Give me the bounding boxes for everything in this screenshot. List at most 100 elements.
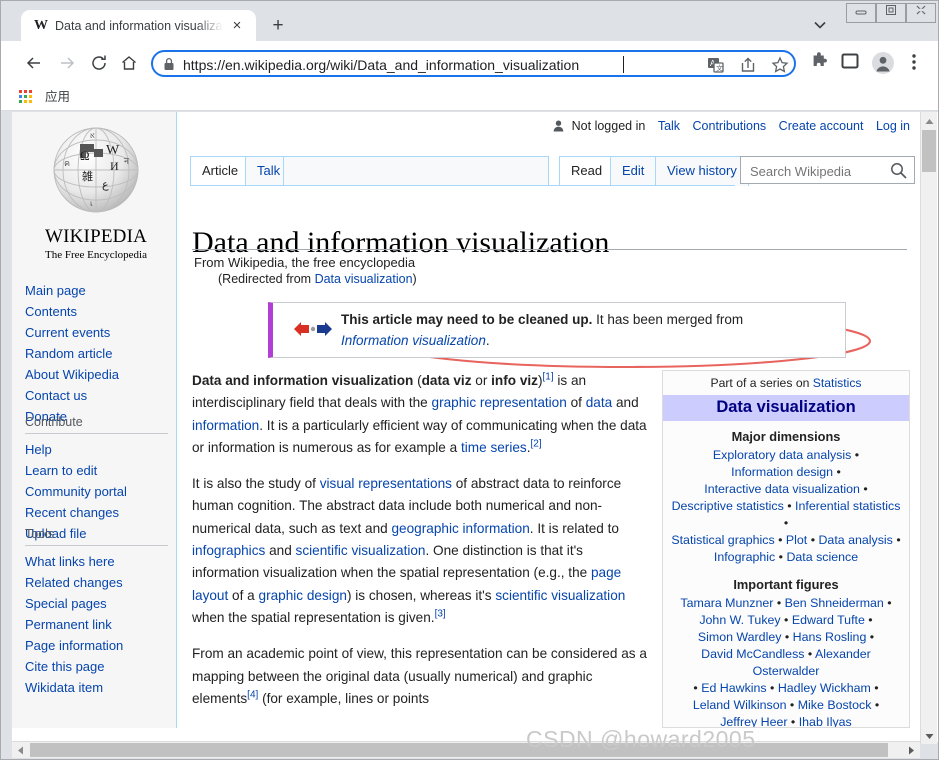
scroll-down-arrow-icon[interactable]: [921, 727, 937, 744]
sidebar-item[interactable]: Main page: [12, 280, 176, 301]
redirect-link[interactable]: Data visualization: [315, 272, 413, 286]
sidebar-item[interactable]: Page information: [12, 635, 176, 656]
tab-article[interactable]: Article: [190, 156, 251, 186]
search-icon[interactable]: [890, 162, 907, 184]
browser-tab[interactable]: W Data and information visualization ×: [21, 10, 256, 41]
infobox-link[interactable]: Tamara Munzner: [680, 596, 773, 610]
sidebar-link[interactable]: Recent changes: [25, 505, 119, 520]
sidebar-item[interactable]: Wikidata item: [12, 677, 176, 698]
tab-read[interactable]: Read: [559, 156, 615, 186]
three-dot-menu-icon[interactable]: [906, 52, 922, 74]
sidebar-item[interactable]: Contents: [12, 301, 176, 322]
window-close-button[interactable]: [906, 3, 936, 23]
link-visual-representations[interactable]: visual representations: [320, 476, 452, 491]
sidebar-link[interactable]: Related changes: [25, 575, 123, 590]
window-minimize-button[interactable]: [846, 3, 876, 23]
wikipedia-logo[interactable]: Ω W И 雑 ع ค न א เ WIKIPEDIA The Free Enc…: [26, 120, 166, 270]
sidebar-item[interactable]: Random article: [12, 343, 176, 364]
user-link-contributions[interactable]: Contributions: [693, 119, 767, 133]
sidebar-link[interactable]: Special pages: [25, 596, 107, 611]
infobox-link[interactable]: Jeffrey Heer: [720, 715, 787, 727]
series-link-statistics[interactable]: Statistics: [813, 376, 862, 390]
infobox-link[interactable]: Infographic: [714, 550, 775, 564]
infobox-link[interactable]: Ihab Ilyas: [799, 715, 852, 727]
infobox-link[interactable]: Data science: [786, 550, 858, 564]
link-geographic-information[interactable]: geographic information: [392, 521, 530, 536]
search-box[interactable]: [740, 156, 915, 184]
sidebar-item[interactable]: Related changes: [12, 572, 176, 593]
sidebar-link[interactable]: Page information: [25, 638, 123, 653]
sidebar-item[interactable]: Help: [12, 439, 176, 460]
tab-edit[interactable]: Edit: [610, 156, 657, 186]
sidebar-link[interactable]: Wikidata item: [25, 680, 103, 695]
user-link-talk[interactable]: Talk: [658, 119, 680, 133]
sidebar-link[interactable]: Main page: [25, 283, 86, 298]
sidebar-item[interactable]: About Wikipedia: [12, 364, 176, 385]
sidebar-link[interactable]: Cite this page: [25, 659, 105, 674]
link-scientific-visualization-2[interactable]: scientific visualization: [495, 588, 625, 603]
ref-3[interactable]: [3]: [435, 608, 446, 619]
infobox-link[interactable]: Ed Hawkins: [701, 681, 766, 695]
extensions-puzzle-icon[interactable]: [809, 52, 831, 74]
link-data[interactable]: data: [586, 395, 612, 410]
chevron-down-icon[interactable]: [806, 17, 834, 37]
link-time-series[interactable]: time series: [461, 440, 527, 455]
infobox-link[interactable]: Inferential statistics: [795, 499, 900, 513]
sidebar-item[interactable]: Learn to edit: [12, 460, 176, 481]
user-link-create-account[interactable]: Create account: [779, 119, 864, 133]
new-tab-button[interactable]: +: [266, 15, 290, 39]
vertical-scrollbar-thumb[interactable]: [922, 130, 936, 172]
sidebar-item[interactable]: What links here: [12, 551, 176, 572]
sidebar-item[interactable]: Community portal: [12, 481, 176, 502]
user-link-log-in[interactable]: Log in: [876, 119, 910, 133]
infobox-link[interactable]: Data analysis: [818, 533, 892, 547]
search-input[interactable]: [748, 160, 878, 182]
share-icon[interactable]: [739, 56, 759, 76]
infobox-link[interactable]: Leland Wilkinson: [693, 698, 787, 712]
translate-icon[interactable]: A 文: [707, 56, 727, 76]
infobox-link[interactable]: Hans Rosling: [793, 630, 867, 644]
sidebar-link[interactable]: Permanent link: [25, 617, 112, 632]
sidebar-item[interactable]: Contact us: [12, 385, 176, 406]
infobox-link[interactable]: Descriptive statistics: [672, 499, 784, 513]
sidebar-link[interactable]: Contents: [25, 304, 77, 319]
link-information[interactable]: information: [192, 418, 259, 433]
link-infographics[interactable]: infographics: [192, 543, 265, 558]
sidebar-link[interactable]: Help: [25, 442, 52, 457]
link-scientific-visualization[interactable]: scientific visualization: [296, 543, 426, 558]
infobox-link[interactable]: Statistical graphics: [671, 533, 774, 547]
infobox-link[interactable]: Ben Shneiderman: [785, 596, 884, 610]
infobox-link[interactable]: Plot: [786, 533, 807, 547]
apps-bookmark-label[interactable]: 应用: [45, 88, 70, 106]
address-bar[interactable]: https://en.wikipedia.org/wiki/Data_and_i…: [151, 50, 796, 77]
infobox-link[interactable]: Exploratory data analysis: [713, 448, 851, 462]
scroll-right-arrow-icon[interactable]: [903, 742, 920, 758]
infobox-link[interactable]: Interactive data visualization: [704, 482, 860, 496]
infobox-link[interactable]: John W. Tukey: [699, 613, 780, 627]
cleanup-link[interactable]: Information visualization: [341, 333, 486, 348]
sidebar-link[interactable]: Learn to edit: [25, 463, 97, 478]
infobox-link[interactable]: Information design: [731, 465, 833, 479]
scroll-up-arrow-icon[interactable]: [921, 112, 937, 129]
sidebar-link[interactable]: Current events: [25, 325, 110, 340]
sidebar-link[interactable]: Community portal: [25, 484, 127, 499]
infobox-link[interactable]: David McCandless: [701, 647, 804, 661]
link-graphic-design[interactable]: graphic design: [259, 588, 347, 603]
tab-view-history[interactable]: View history: [655, 156, 749, 186]
horizontal-scrollbar[interactable]: [12, 741, 920, 758]
window-maximize-button[interactable]: [876, 3, 906, 23]
sidebar-item[interactable]: Cite this page: [12, 656, 176, 677]
infobox-link[interactable]: Edward Tufte: [792, 613, 865, 627]
home-button[interactable]: [116, 51, 142, 75]
infobox-link[interactable]: Simon Wardley: [698, 630, 782, 644]
reload-button[interactable]: [86, 51, 112, 75]
forward-button[interactable]: [54, 51, 80, 75]
sidebar-item[interactable]: Recent changes: [12, 502, 176, 523]
infobox-link[interactable]: Hadley Wickham: [778, 681, 871, 695]
star-icon[interactable]: [771, 56, 791, 76]
sidebar-item[interactable]: Permanent link: [12, 614, 176, 635]
ref-2[interactable]: [2]: [530, 438, 541, 449]
scroll-left-arrow-icon[interactable]: [12, 742, 29, 758]
horizontal-scrollbar-thumb[interactable]: [30, 743, 888, 757]
sidebar-item[interactable]: Current events: [12, 322, 176, 343]
